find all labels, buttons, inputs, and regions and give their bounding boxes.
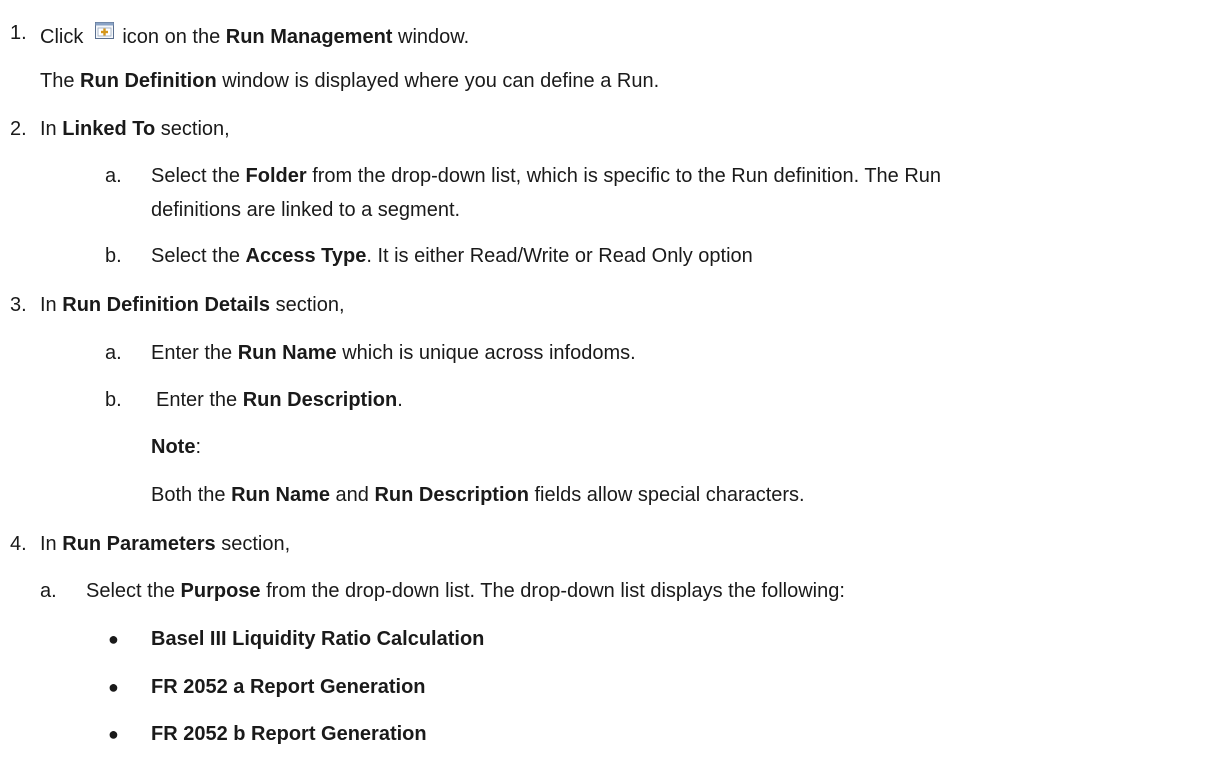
step-text: Both the [151, 484, 226, 506]
step-text: . [397, 389, 403, 411]
add-run-icon [95, 20, 115, 39]
ui-term: Run Definition Details [62, 294, 271, 316]
substep-letter: b. [105, 389, 122, 411]
ui-term: Linked To [62, 118, 156, 140]
step-text: Enter the [156, 389, 238, 411]
step-text: and [335, 484, 369, 506]
step-text: Click [40, 26, 84, 48]
step-text: which is unique across infodoms. [342, 342, 636, 364]
step-text: section, [221, 533, 291, 555]
substep-2a-cont: definitions are linked to a segment. [151, 197, 460, 223]
purpose-option: Basel III Liquidity Ratio Calculation [151, 628, 485, 650]
step-text: In [40, 294, 57, 316]
step-text: section, [160, 118, 230, 140]
ui-term: Access Type [245, 245, 367, 267]
note-heading: Note [151, 436, 196, 458]
step-text: window is displayed where you can define… [222, 70, 660, 92]
note-colon: : [195, 436, 202, 458]
ui-term: Run Definition [80, 70, 217, 92]
purpose-option: FR 2052 a Report Generation [151, 676, 426, 698]
bullet-icon: ● [108, 677, 119, 697]
bullet-icon: ● [108, 629, 119, 649]
step-text: window. [398, 26, 470, 48]
substep-letter: a. [105, 165, 122, 187]
substep-letter: a. [40, 580, 57, 602]
note-text: Both the Run Name and Run Description fi… [151, 482, 805, 508]
substep-letter: a. [105, 342, 122, 364]
step-text: from the drop-down list, which is specif… [312, 165, 942, 187]
step-number: 2. [10, 118, 27, 140]
ui-term: Run Description [242, 389, 398, 411]
ui-term: Run Description [374, 484, 529, 506]
step-text: In [40, 118, 57, 140]
step-text: Select the [86, 580, 175, 602]
step-text: definitions are linked to a segment. [151, 199, 461, 221]
step-number: 4. [10, 533, 27, 555]
ui-term: Run Name [237, 342, 337, 364]
step-text: Enter the [151, 342, 233, 364]
ui-term: Run Management [225, 26, 393, 48]
substep-letter: b. [105, 245, 122, 267]
ui-term: Purpose [180, 580, 261, 602]
step-text: The [40, 70, 75, 92]
step-text: . It is either Read/Write or Read Only o… [366, 245, 753, 267]
note-label: Note: [151, 434, 201, 460]
step-text: icon on the [122, 26, 221, 48]
step-text: Select the [151, 165, 240, 187]
ui-term: Run Name [231, 484, 330, 506]
step-text: Select the [151, 245, 240, 267]
ui-term: Folder [245, 165, 307, 187]
purpose-option: FR 2052 b Report Generation [151, 723, 427, 745]
bullet-icon: ● [108, 724, 119, 744]
step-number: 1. [10, 22, 27, 44]
ui-term: Run Parameters [62, 533, 216, 555]
step-text: section, [275, 294, 345, 316]
step-number: 3. [10, 294, 27, 316]
step-text: from the drop-down list. The drop-down l… [266, 580, 845, 602]
step-1-result: The Run Definition window is displayed w… [40, 68, 659, 94]
step-text: In [40, 533, 57, 555]
step-text: fields allow special characters. [534, 484, 805, 506]
